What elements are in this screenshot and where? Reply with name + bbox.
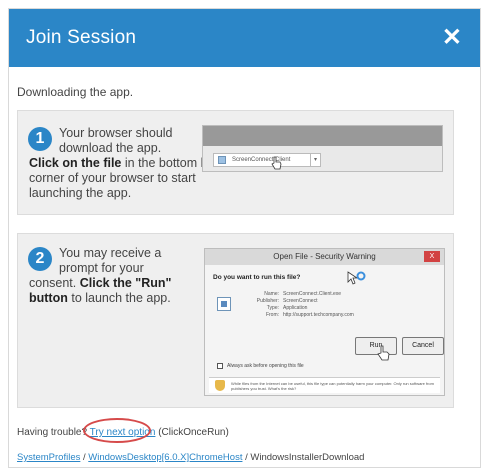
shield-icon	[215, 380, 225, 391]
step-1-text: Your browser should download the app. Cl…	[29, 126, 218, 200]
file-details: Name: ScreenConnect.Client.exe Publisher:…	[256, 291, 354, 318]
intro-text: Downloading the app.	[17, 85, 134, 99]
step-2-text: You may receive a prompt for your consen…	[29, 246, 172, 305]
browser-download-illustration: ScreenConnect.Client ▾	[202, 125, 443, 172]
file-icon	[218, 156, 226, 164]
step-1-panel: 1 Your browser should download the app. …	[17, 110, 454, 215]
close-icon: X	[424, 251, 440, 262]
breadcrumb-current: WindowsInstallerDownload	[250, 452, 365, 463]
breadcrumb-windows-desktop-chrome-host[interactable]: WindowsDesktop[6.0.X]ChromeHost	[88, 452, 242, 463]
breadcrumb: SystemProfiles / WindowsDesktop[6.0.X]Ch…	[17, 452, 365, 463]
breadcrumb-system-profiles[interactable]: SystemProfiles	[17, 452, 80, 463]
download-item: ScreenConnect.Client	[213, 153, 311, 167]
security-question: Do you want to run this file?	[213, 274, 301, 281]
chevron-down-icon: ▾	[311, 153, 321, 167]
highlight-circle	[83, 418, 151, 443]
security-warning-illustration: Open File - Security Warning X Do you wa…	[204, 248, 445, 396]
close-icon[interactable]: ✕	[442, 26, 462, 50]
security-warning-note: While files from the Internet can be use…	[209, 377, 440, 393]
application-file-icon	[217, 297, 231, 311]
dialog-header: Join Session ✕	[9, 9, 480, 67]
dialog-title: Join Session	[26, 27, 137, 48]
cancel-button-illustration: Cancel	[402, 337, 444, 355]
security-warning-title: Open File - Security Warning X	[205, 249, 444, 265]
step-2-panel: 2 You may receive a prompt for your cons…	[17, 233, 454, 408]
always-ask-checkbox-illustration: Always ask before opening this file	[217, 363, 304, 369]
